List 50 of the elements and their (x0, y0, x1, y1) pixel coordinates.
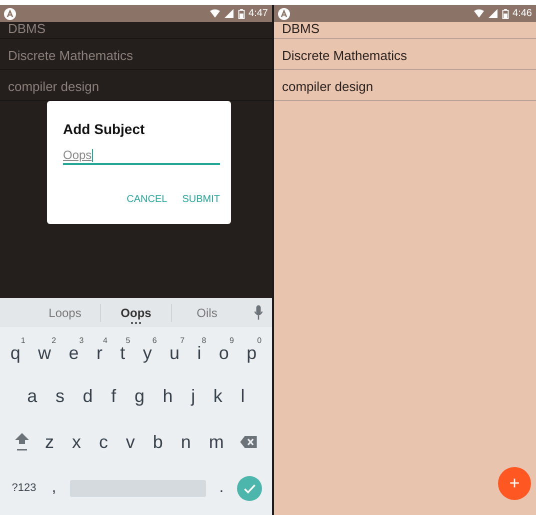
key[interactable]: 3 e (68, 336, 84, 364)
key[interactable]: 6 y (142, 336, 157, 364)
comma-key[interactable]: , (50, 479, 58, 497)
battery-icon (502, 8, 509, 18)
signal-icon (224, 9, 234, 18)
key[interactable]: 8 i (197, 336, 206, 364)
shift-icon[interactable] (14, 433, 29, 451)
suggestion[interactable]: Oils (172, 306, 242, 320)
key[interactable]: v (124, 432, 137, 452)
key[interactable]: s (53, 386, 66, 406)
check-icon[interactable] (237, 476, 262, 500)
list-item[interactable]: compiler design (274, 70, 536, 101)
notification-icon (4, 8, 16, 20)
key[interactable]: 1 q (10, 336, 26, 364)
key[interactable]: h (160, 386, 175, 406)
key[interactable]: j (189, 386, 198, 406)
key[interactable]: k (211, 386, 224, 406)
key[interactable]: 0 p (246, 336, 262, 364)
list-item[interactable]: Discrete Mathematics (274, 39, 536, 70)
key[interactable]: a (25, 386, 40, 406)
suggestion[interactable]: Loops (30, 306, 100, 320)
dialog-title: Add Subject (63, 121, 146, 137)
backspace-icon[interactable] (240, 436, 257, 448)
key[interactable]: n (178, 432, 193, 452)
wifi-icon (210, 9, 220, 18)
signal-icon (488, 9, 498, 18)
key[interactable]: m (206, 432, 226, 452)
key[interactable]: 4 r (96, 336, 108, 364)
status-time: 4:47 (248, 8, 268, 19)
wifi-icon (474, 9, 484, 18)
status-time: 4:46 (512, 8, 532, 19)
period-key[interactable]: . (217, 479, 226, 497)
key[interactable]: c (96, 432, 110, 452)
key[interactable]: 5 t (120, 336, 130, 364)
suggestion[interactable]: Oops (101, 306, 171, 320)
key[interactable]: d (80, 386, 95, 406)
key[interactable]: g (132, 386, 146, 406)
notification-icon (278, 8, 290, 20)
key[interactable]: 7 u (170, 336, 185, 364)
key[interactable]: l (238, 386, 247, 406)
key[interactable]: 9 o (218, 336, 234, 364)
battery-icon (238, 8, 245, 18)
key[interactable]: f (109, 386, 118, 406)
microphone-icon[interactable] (254, 305, 263, 320)
key[interactable]: b (150, 432, 165, 452)
key[interactable]: x (70, 432, 83, 452)
symbols-key[interactable]: ?123 (10, 482, 38, 494)
key[interactable]: z (42, 432, 56, 452)
input-field[interactable]: Oops (63, 147, 220, 165)
key[interactable]: 2 w (38, 336, 56, 364)
